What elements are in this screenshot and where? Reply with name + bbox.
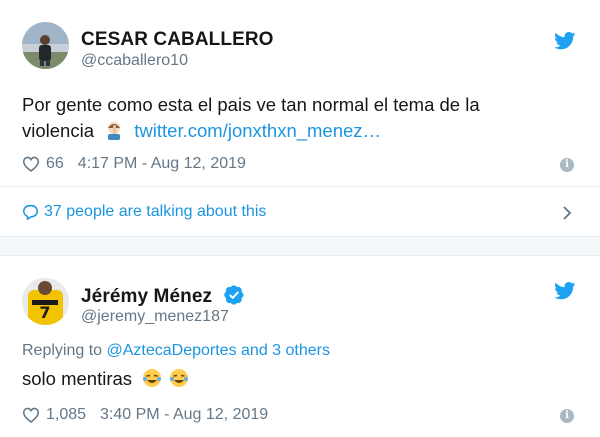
avatar[interactable]: 7: [22, 278, 69, 325]
author-handle[interactable]: @ccaballero10: [81, 52, 188, 70]
tweet-text-word: violencia: [22, 120, 94, 141]
twitter-bird-icon[interactable]: [554, 32, 576, 50]
heart-icon[interactable]: [22, 156, 40, 172]
author-name-text[interactable]: Jérémy Ménez: [81, 286, 212, 307]
replying-others[interactable]: and 3 others: [241, 342, 330, 359]
timestamp[interactable]: 3:40 PM - Aug 12, 2019: [100, 406, 268, 424]
author-name[interactable]: CESAR CABALLERO: [81, 29, 274, 51]
timeline-gap: [0, 237, 600, 255]
tweet-card[interactable]: 7 Jérémy Ménez @jeremy_menez187 Replying…: [0, 255, 600, 437]
author-handle[interactable]: @jeremy_menez187: [81, 308, 229, 326]
like-count[interactable]: 1,085: [46, 406, 86, 424]
replying-prefix: Replying to: [22, 342, 103, 359]
speech-bubble-icon: [23, 204, 38, 220]
facepalm-emoji: [108, 122, 121, 140]
tweet-meta: 66 4:17 PM - Aug 12, 2019: [22, 155, 246, 173]
tears-of-joy-emoji: [143, 369, 162, 387]
tweet-text-content: solo mentiras: [22, 368, 133, 389]
replying-to: Replying to @AztecaDeportes and 3 others: [22, 342, 330, 360]
svg-text:7: 7: [39, 303, 50, 322]
tweet-meta: 1,085 3:40 PM - Aug 12, 2019: [22, 406, 268, 424]
twitter-bird-icon[interactable]: [554, 282, 576, 300]
tears-of-joy-emoji: [170, 369, 189, 387]
verified-badge-icon: [223, 285, 243, 305]
tweet-link[interactable]: twitter.com/jonxthxn_menez…: [134, 120, 381, 141]
divider: [0, 186, 600, 187]
talking-text: 37 people are talking about this: [44, 203, 267, 220]
timestamp[interactable]: 4:17 PM - Aug 12, 2019: [78, 155, 246, 173]
replying-mention[interactable]: @AztecaDeportes: [107, 342, 237, 359]
like-count[interactable]: 66: [46, 155, 64, 173]
avatar[interactable]: [22, 22, 69, 69]
talking-link[interactable]: 37 people are talking about this: [22, 203, 266, 221]
author-name[interactable]: Jérémy Ménez: [81, 285, 244, 308]
chevron-right-icon[interactable]: [561, 205, 573, 221]
tweet-text-line2: violencia twitter.com/jonxthxn_menez…: [22, 115, 381, 146]
tweet-card[interactable]: CESAR CABALLERO @ccaballero10 Por gente …: [0, 0, 600, 237]
info-icon[interactable]: i: [560, 409, 574, 423]
info-icon[interactable]: i: [560, 158, 574, 172]
heart-icon[interactable]: [22, 407, 40, 423]
tweet-text: solo mentiras: [22, 363, 189, 394]
